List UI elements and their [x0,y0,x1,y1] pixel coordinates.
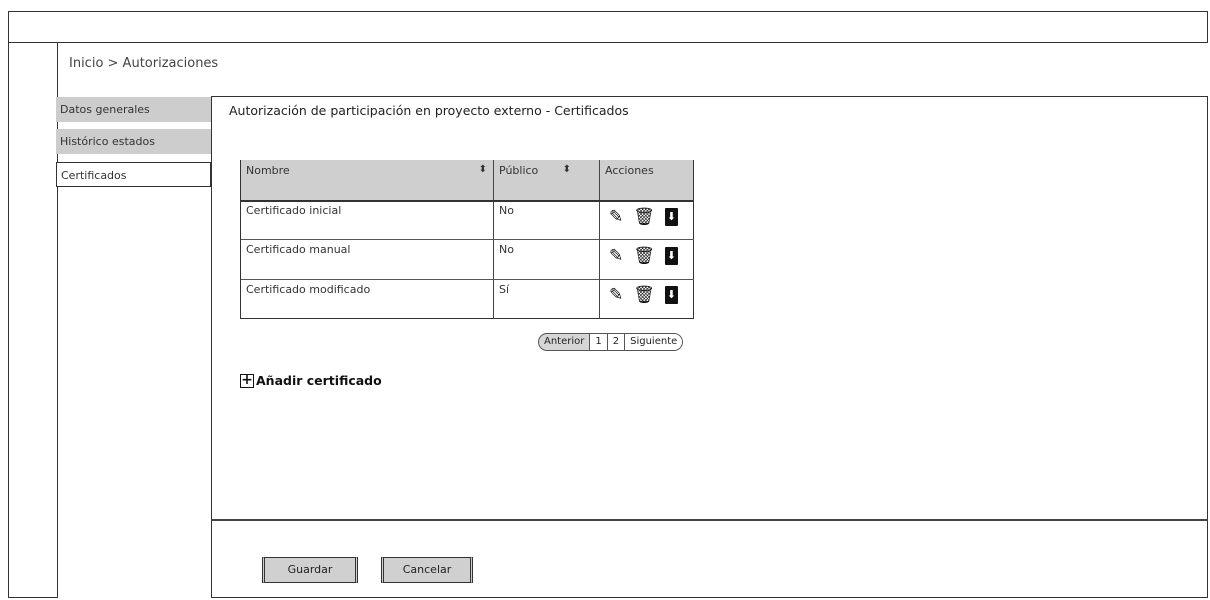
column-header-label: Público [499,164,539,177]
sidebar-item-historico-estados[interactable]: Histórico estados [56,129,211,154]
sidebar-item-datos-generales[interactable]: Datos generales [56,97,211,122]
table-row-nombre: Certificado modificado [246,283,371,296]
table-row-publico: No [499,204,514,217]
download-icon[interactable]: ⬇ [664,247,678,265]
column-header-acciones: Acciones [600,160,693,200]
download-icon[interactable]: ⬇ [664,286,678,304]
edit-icon[interactable]: ✎ [609,285,623,305]
sort-icon[interactable]: ⬍ [479,164,487,175]
add-certificate-label: Añadir certificado [256,373,382,388]
sidebar-item-label: Histórico estados [60,135,155,148]
sidebar-item-label: Certificados [61,169,127,182]
download-icon[interactable]: ⬇ [664,208,678,226]
plus-icon: + [240,371,254,388]
sidebar-item-label: Datos generales [60,103,150,116]
pagination-next-button[interactable]: Siguiente [624,334,683,350]
cancel-button[interactable]: Cancelar [381,557,473,583]
sort-icon[interactable]: ⬍ [563,164,571,175]
column-header-publico[interactable]: Público ⬍ [494,160,599,200]
edit-icon[interactable]: ✎ [609,207,623,227]
panel-divider [211,519,1208,521]
edit-icon[interactable]: ✎ [609,246,623,266]
column-header-label: Nombre [246,164,290,177]
add-certificate-button[interactable]: + Añadir certificado [240,373,382,388]
pagination: Anterior 1 2 Siguiente [538,333,684,351]
trash-icon[interactable]: 🗑 [633,246,655,266]
panel-title: Autorización de participación en proyect… [229,103,629,118]
table-row-nombre: Certificado manual [246,243,351,256]
row-actions: ✎ 🗑 ⬇ [609,285,678,305]
trash-icon[interactable]: 🗑 [633,207,655,227]
row-actions: ✎ 🗑 ⬇ [609,246,678,266]
breadcrumb: Inicio > Autorizaciones [69,56,219,71]
column-header-label: Acciones [605,164,654,177]
pagination-prev-button[interactable]: Anterior [539,334,589,350]
table-row-publico: No [499,243,514,256]
sidebar-item-certificados[interactable]: Certificados [56,162,211,187]
pagination-page-1[interactable]: 1 [589,334,607,350]
row-actions: ✎ 🗑 ⬇ [609,207,678,227]
save-button[interactable]: Guardar [262,557,358,583]
trash-icon[interactable]: 🗑 [633,285,655,305]
left-rail [8,42,58,598]
top-bar [8,11,1208,43]
pagination-page-2[interactable]: 2 [606,334,625,350]
table-row-publico: Sí [499,283,510,296]
column-header-nombre[interactable]: Nombre ⬍ [241,160,493,200]
table-row-nombre: Certificado inicial [246,204,342,217]
